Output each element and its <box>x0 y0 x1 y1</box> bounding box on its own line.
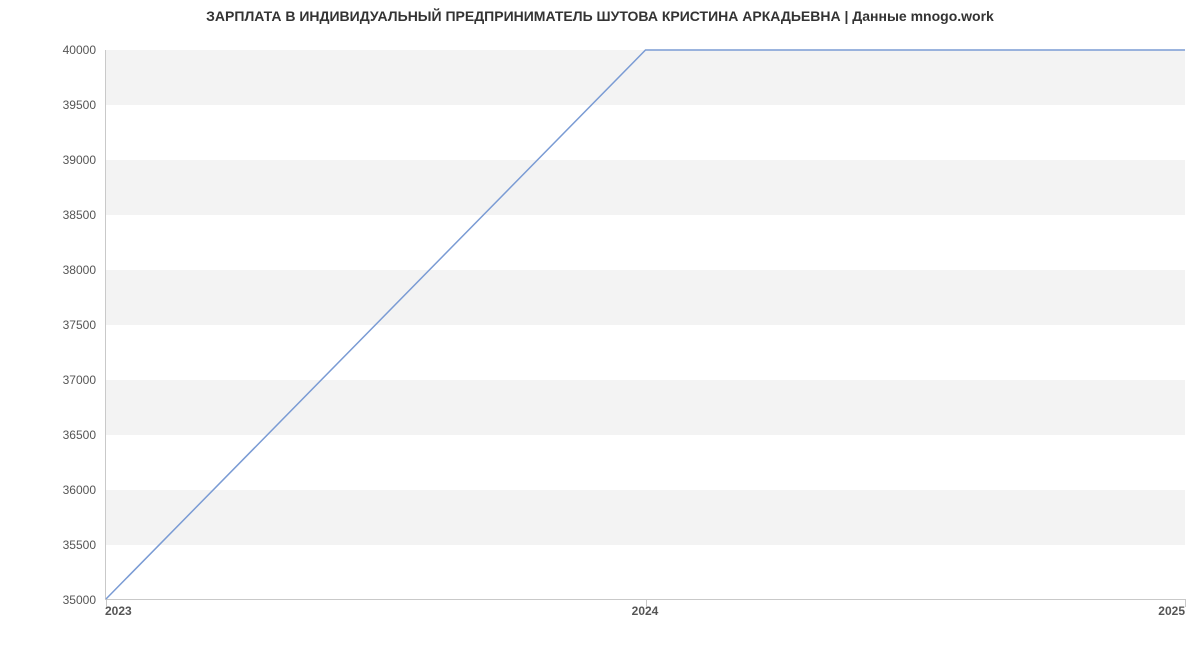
y-tick-label: 37500 <box>6 318 96 332</box>
y-tick-label: 37000 <box>6 373 96 387</box>
y-tick-label: 35000 <box>6 593 96 607</box>
y-tick-label: 38000 <box>6 263 96 277</box>
chart-line-layer <box>106 50 1185 599</box>
x-tick-label: 2025 <box>1158 604 1185 618</box>
plot-area <box>105 50 1185 600</box>
line-chart: ЗАРПЛАТА В ИНДИВИДУАЛЬНЫЙ ПРЕДПРИНИМАТЕЛ… <box>0 0 1200 650</box>
y-tick-label: 39500 <box>6 98 96 112</box>
x-tick-mark <box>106 599 107 607</box>
x-tick-mark <box>1185 599 1186 607</box>
y-tick-label: 39000 <box>6 153 96 167</box>
y-tick-label: 36000 <box>6 483 96 497</box>
series-line <box>106 50 1185 599</box>
x-tick-label: 2023 <box>105 604 132 618</box>
y-tick-label: 36500 <box>6 428 96 442</box>
y-tick-label: 38500 <box>6 208 96 222</box>
y-tick-label: 40000 <box>6 43 96 57</box>
y-tick-label: 35500 <box>6 538 96 552</box>
x-tick-mark <box>646 599 647 607</box>
chart-title: ЗАРПЛАТА В ИНДИВИДУАЛЬНЫЙ ПРЕДПРИНИМАТЕЛ… <box>0 8 1200 24</box>
x-tick-label: 2024 <box>632 604 659 618</box>
